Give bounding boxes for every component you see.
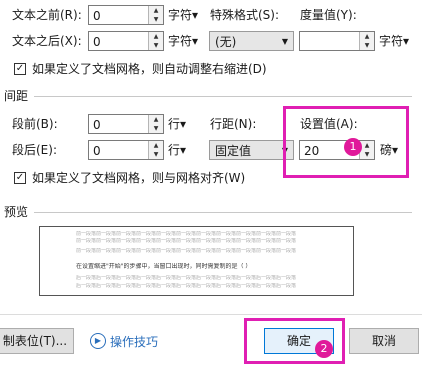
spinner-arrows-icon[interactable]: ▲ ▼ [148, 6, 163, 24]
spacing-before-label: 段前(B): [12, 117, 58, 131]
spacing-after-label: 段后(E): [12, 143, 57, 157]
preview-next-paragraph: 后一段落后一段落后一段落后一段落后一段落后一段落后一段落后一段落后一段落后一段落… [76, 275, 297, 281]
measure-unit-dropdown[interactable]: 字符▾ [379, 33, 409, 49]
tab-stops-button[interactable]: 制表位(T)... [0, 328, 74, 354]
indent-after-value: 0 [93, 35, 101, 49]
indent-before-spinner[interactable]: 0 ▲ ▼ [88, 5, 164, 25]
preview-next-paragraph: 后一段落后一段落后一段落后一段落后一段落后一段落后一段落后一段落后一段落后一段落… [76, 283, 297, 289]
spacing-before-spinner[interactable]: 0 ▲ ▼ [88, 114, 164, 134]
spinner-arrows-icon[interactable]: ▲ ▼ [359, 32, 374, 50]
operation-tips-link[interactable]: 操作技巧 [110, 334, 158, 350]
special-format-label: 特殊格式(S): [210, 8, 280, 22]
special-format-select[interactable]: (无) ▼ [209, 31, 294, 51]
annotation-badge-1: 1 [344, 138, 362, 156]
indent-after-unit-dropdown[interactable]: 字符▾ [168, 33, 198, 49]
preview-divider [34, 212, 412, 213]
spacing-before-unit-dropdown[interactable]: 行▾ [168, 116, 186, 132]
ok-button-highlight [244, 318, 345, 364]
preview-section-title: 预览 [4, 205, 29, 219]
spinner-arrows-icon[interactable]: ▲ ▼ [148, 32, 163, 50]
spacing-grid-checkbox[interactable]: ✓ [14, 172, 26, 184]
spinner-arrows-icon[interactable]: ▲ ▼ [148, 115, 163, 133]
line-spacing-value: 固定值 [215, 144, 252, 158]
indent-grid-checkbox[interactable]: ✓ [14, 63, 26, 75]
cancel-button[interactable]: 取消 [349, 328, 419, 354]
measure-label: 度量值(Y): [300, 8, 357, 22]
annotation-badge-2: 2 [315, 340, 333, 358]
spacing-after-spinner[interactable]: 0 ▲ ▼ [88, 140, 164, 160]
special-format-value: (无) [215, 35, 237, 49]
preview-previous-paragraph: 前一段落前一段落前一段落前一段落前一段落前一段落前一段落前一段落前一段落前一段落… [76, 238, 297, 244]
spacing-section-title: 间距 [4, 89, 29, 103]
preview-previous-paragraph: 前一段落前一段落前一段落前一段落前一段落前一段落前一段落前一段落前一段落前一段落… [76, 248, 297, 254]
footer-divider [0, 314, 422, 315]
spacing-grid-checkbox-label: 如果定义了文档网格，则与网格对齐(W) [32, 171, 246, 185]
preview-previous-paragraph: 前一段落前一段落前一段落前一段落前一段落前一段落前一段落前一段落前一段落前一段落… [76, 231, 297, 237]
indent-before-unit-dropdown[interactable]: 字符▾ [168, 7, 198, 23]
indent-before-value: 0 [93, 9, 101, 23]
indent-after-label: 文本之后(X): [12, 34, 82, 48]
indent-grid-checkbox-label: 如果定义了文档网格，则自动调整右缩进(D) [32, 62, 267, 76]
play-circle-icon[interactable]: ▶ [90, 333, 106, 349]
chevron-down-icon: ▼ [281, 37, 288, 46]
indent-before-label: 文本之前(R): [12, 8, 82, 22]
preview-sample-paragraph: 在设置缩进"开始"的步骤中，当窗口出现时，同时需复制的是（ ） [76, 263, 252, 270]
indent-after-spinner[interactable]: 0 ▲ ▼ [88, 31, 164, 51]
spinner-arrows-icon[interactable]: ▲ ▼ [148, 141, 163, 159]
measure-spinner[interactable]: ▲ ▼ [299, 31, 375, 51]
preview-box: 前一段落前一段落前一段落前一段落前一段落前一段落前一段落前一段落前一段落前一段落… [39, 226, 354, 296]
spacing-before-value: 0 [93, 118, 101, 132]
spacing-after-unit-dropdown[interactable]: 行▾ [168, 142, 186, 158]
spacing-after-value: 0 [93, 144, 101, 158]
line-spacing-select[interactable]: 固定值 ▼ [209, 140, 294, 160]
line-spacing-label: 行距(N): [210, 117, 257, 131]
spacing-divider [34, 96, 412, 97]
